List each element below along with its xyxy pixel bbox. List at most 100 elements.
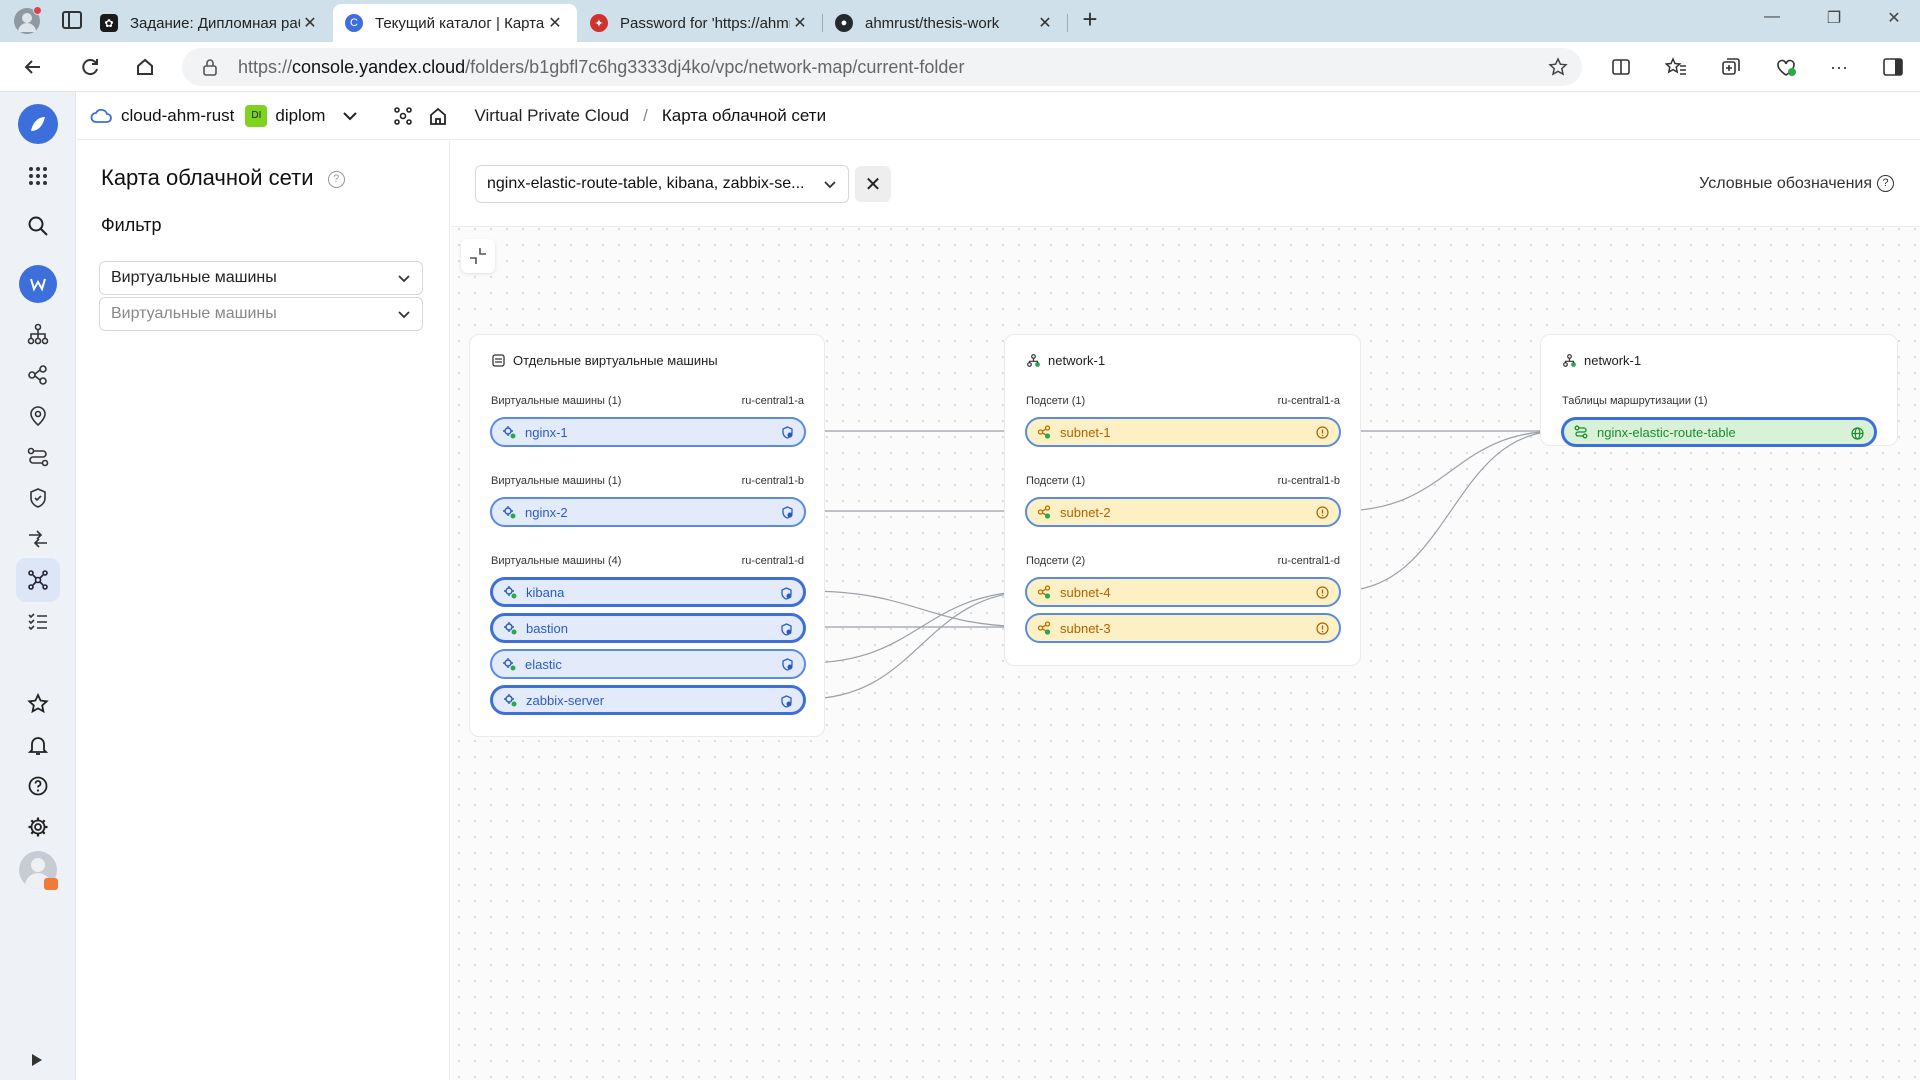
close-tab-icon[interactable]: ✕ [300, 13, 320, 33]
collapse-icon [470, 248, 486, 264]
ip-addresses-icon[interactable] [16, 394, 60, 438]
tab-actions-icon[interactable] [62, 11, 82, 29]
subnet-node-subnet-3[interactable]: subnet-3 [1025, 613, 1341, 643]
legend-help-icon[interactable]: ? [1877, 175, 1894, 192]
yandex-cloud-logo-icon[interactable] [16, 102, 60, 146]
cloud-name[interactable]: cloud-ahm-rust [121, 106, 234, 126]
operations-icon[interactable] [16, 599, 60, 643]
breadcrumb-service[interactable]: Virtual Private Cloud [474, 106, 629, 126]
subnet-node-subnet-4[interactable]: subnet-4 [1025, 577, 1341, 607]
vm-node-elastic[interactable]: elastic [490, 649, 806, 679]
subnets-icon[interactable] [16, 353, 60, 397]
subnet-node-subnet-1[interactable]: subnet-1 [1025, 417, 1341, 447]
tab-assignment[interactable]: ✿ Задание: Дипломная работа про ✕ [88, 4, 332, 42]
restore-icon[interactable]: ❐ [1814, 8, 1854, 28]
split-screen-icon[interactable] [1608, 54, 1634, 80]
home-icon[interactable] [428, 106, 448, 126]
service-network-icon[interactable] [393, 106, 413, 126]
notifications-bell-icon[interactable] [16, 723, 60, 767]
vm-node-bastion[interactable]: bastion [490, 613, 806, 643]
security-group-icon [782, 426, 793, 439]
info-icon[interactable] [1316, 586, 1329, 599]
reload-icon[interactable] [77, 54, 103, 80]
resource-type-select[interactable]: Виртуальные машины [99, 261, 423, 295]
profile-avatar[interactable] [14, 6, 42, 34]
all-services-icon[interactable] [16, 154, 60, 198]
collapse-all-button[interactable] [461, 239, 495, 273]
gateways-icon[interactable] [16, 517, 60, 561]
vm-node-nginx-2[interactable]: nginx-2 [490, 497, 806, 527]
node-label: kibana [526, 584, 565, 600]
info-icon[interactable] [1316, 426, 1329, 439]
window-close-icon[interactable]: ✕ [1874, 8, 1914, 28]
section-label: Подсети (1) [1026, 395, 1086, 407]
vpc-service-icon[interactable] [16, 262, 60, 306]
zone-label: ru-central1-b [741, 475, 804, 487]
networks-icon[interactable] [16, 312, 60, 356]
legend-link[interactable]: Условные обозначения [1699, 175, 1872, 193]
section-label: Подсети (2) [1026, 555, 1086, 567]
user-avatar[interactable] [16, 848, 60, 892]
back-icon[interactable] [20, 54, 46, 80]
folder-name[interactable]: diplom [275, 106, 325, 126]
help-icon[interactable] [16, 764, 60, 808]
sidebar-toggle-icon[interactable] [1880, 54, 1906, 80]
favorites-icon[interactable] [1663, 54, 1689, 80]
info-icon[interactable] [1316, 622, 1329, 635]
console-header: cloud-ahm-rust DI diplom Virtual Private… [77, 92, 1920, 140]
tab-password[interactable]: ✦ Password for 'https://ahmrust@ ✕ [578, 4, 822, 42]
subnet-icon [1037, 425, 1051, 439]
tab-separator [1067, 14, 1068, 32]
tab-favicon-icon: ✿ [100, 14, 118, 32]
network-map-icon[interactable] [16, 558, 60, 602]
vm-node-kibana[interactable]: kibana [490, 577, 806, 607]
more-menu-icon[interactable]: ··· [1826, 54, 1852, 80]
browser-essentials-icon[interactable] [1773, 54, 1799, 80]
close-tab-icon[interactable]: ✕ [1035, 13, 1055, 33]
settings-gear-icon[interactable] [16, 805, 60, 849]
home-icon[interactable] [132, 54, 158, 80]
vm-node-zabbix-server[interactable]: zabbix-server [490, 685, 806, 715]
close-tab-icon[interactable]: ✕ [790, 13, 810, 33]
site-info-icon[interactable] [202, 58, 218, 76]
new-tab-button[interactable]: + [1076, 4, 1104, 35]
help-icon[interactable]: ? [327, 170, 345, 188]
url-field[interactable]: https://console.yandex.cloud/folders/b1g… [182, 48, 1582, 86]
route-table-node-nginx-elastic-route-table[interactable]: nginx-elastic-route-table [1561, 417, 1877, 447]
group-title-text: network-1 [1584, 353, 1642, 368]
collections-icon[interactable] [1718, 54, 1744, 80]
zone-label: ru-central1-a [741, 395, 804, 407]
close-tab-icon[interactable]: ✕ [545, 13, 565, 33]
filter-panel: Карта облачной сети ? Фильтр Виртуальные… [77, 141, 450, 1080]
network-map-canvas[interactable]: nginx-elastic-route-table, kibana, zabbi… [451, 141, 1920, 1080]
chevron-down-icon [398, 275, 410, 283]
section-label: Виртуальные машины (4) [491, 555, 622, 567]
selected-resources-select[interactable]: nginx-elastic-route-table, kibana, zabbi… [475, 165, 849, 203]
routing-tables-icon[interactable] [16, 435, 60, 479]
favorites-star-icon[interactable] [16, 682, 60, 726]
tab-github[interactable]: ● ahmrust/thesis-work ✕ [823, 4, 1067, 42]
tab-network-map[interactable]: C Текущий каталог | Карта облачн ✕ [333, 4, 577, 42]
page-title-text: Карта облачной сети [101, 165, 314, 190]
link-subnet4-rt [1339, 430, 1561, 592]
search-icon[interactable] [16, 204, 60, 248]
vm-icon [503, 506, 516, 519]
minimize-icon[interactable]: — [1752, 8, 1792, 26]
clear-selection-button[interactable]: ✕ [855, 166, 891, 202]
expand-rail-icon[interactable] [32, 1054, 42, 1066]
chevron-down-icon[interactable] [343, 111, 358, 121]
vm-node-nginx-1[interactable]: nginx-1 [490, 417, 806, 447]
node-label: subnet-1 [1060, 424, 1111, 440]
red-shield-favicon-icon: ✦ [590, 14, 608, 32]
security-groups-icon[interactable] [16, 476, 60, 520]
console-nav-rail [0, 92, 76, 1080]
resources-select[interactable]: Виртуальные машины [99, 297, 423, 331]
favorite-star-icon[interactable] [1548, 57, 1568, 77]
info-icon[interactable] [1316, 506, 1329, 519]
subnet-node-subnet-2[interactable]: subnet-2 [1025, 497, 1341, 527]
group-title-text: Отдельные виртуальные машины [513, 353, 718, 368]
node-label: subnet-3 [1060, 620, 1111, 636]
section-label: Таблицы маршрутизации (1) [1562, 395, 1708, 407]
security-group-icon [782, 658, 793, 671]
subnet-icon [1037, 621, 1051, 635]
